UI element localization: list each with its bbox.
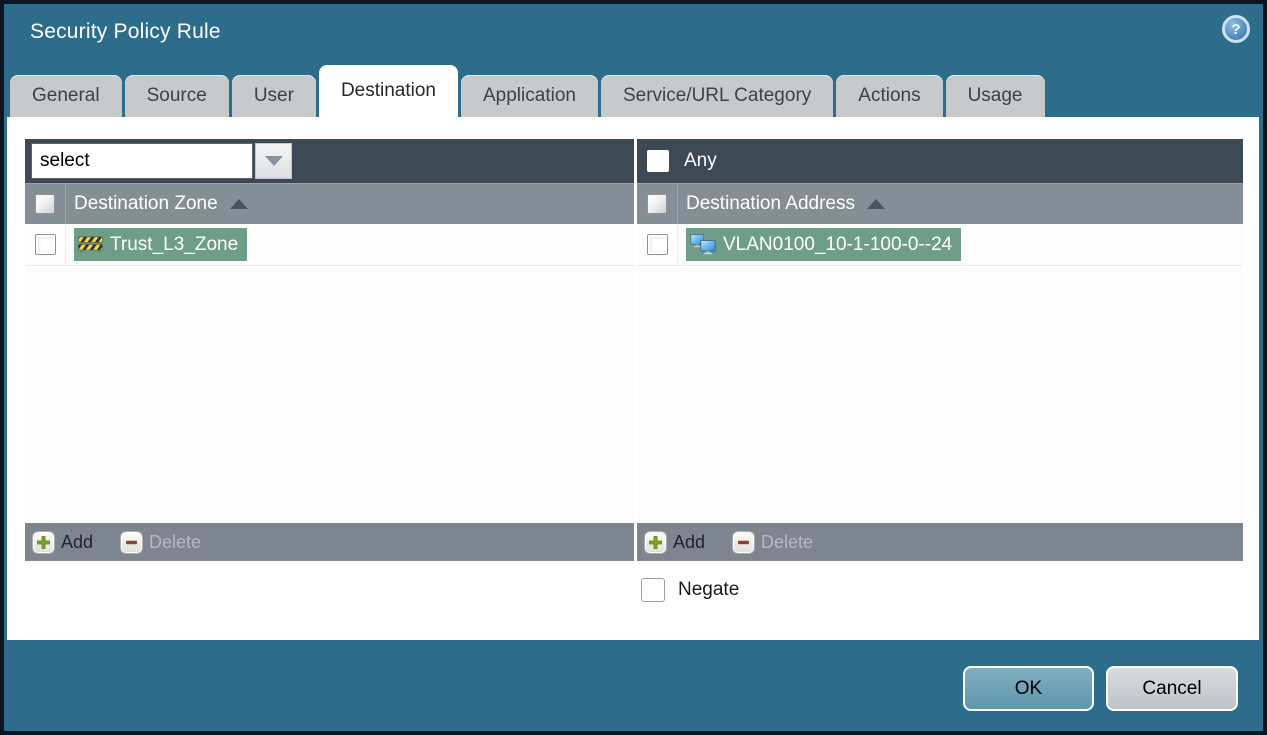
zone-select-dropdown-button[interactable] (255, 143, 292, 179)
tab-destination[interactable]: Destination (318, 65, 458, 117)
negate-label: Negate (678, 579, 740, 600)
zone-table-body: Trust_L3_Zone (25, 224, 634, 523)
network-computers-icon (690, 234, 716, 255)
zone-select-combo: select (31, 143, 292, 179)
zone-row-checkbox-cell (25, 224, 66, 265)
zone-row-label: Trust_L3_Zone (110, 233, 239, 255)
add-plus-icon (33, 531, 54, 553)
tab-user[interactable]: User (231, 75, 316, 117)
chevron-down-icon (264, 156, 283, 166)
zone-select-input[interactable]: select (31, 143, 253, 179)
security-policy-rule-dialog: Security Policy Rule ? General Source Us… (4, 4, 1263, 731)
cancel-button[interactable]: Cancel (1106, 666, 1238, 711)
address-select-all-checkbox[interactable] (647, 194, 667, 214)
destination-address-panel: Any Destination Address VLAN0100_10-1-10… (637, 139, 1243, 561)
negate-option: Negate (641, 578, 739, 602)
address-delete-button[interactable]: Delete (733, 531, 814, 553)
destination-zone-panel: select Destination Zone Trust_L3_Zone Ad… (25, 139, 634, 561)
zone-header-checkbox-cell (25, 184, 66, 224)
zone-panel-toolbar: select (25, 139, 634, 183)
zone-column-header-row: Destination Zone (25, 183, 634, 224)
tab-service-url-category[interactable]: Service/URL Category (600, 75, 834, 117)
zone-select-all-checkbox[interactable] (35, 194, 55, 214)
tab-general[interactable]: General (10, 75, 122, 117)
zone-delete-button[interactable]: Delete (121, 531, 202, 553)
sort-ascending-icon[interactable] (229, 199, 248, 209)
negate-checkbox[interactable] (641, 578, 665, 602)
zone-barrier-icon (78, 236, 103, 253)
address-row-checkbox[interactable] (646, 234, 668, 255)
table-row[interactable]: VLAN0100_10-1-100-0--24 (637, 224, 1243, 266)
tab-usage[interactable]: Usage (945, 75, 1045, 117)
any-label: Any (684, 150, 717, 171)
dialog-title: Security Policy Rule (30, 20, 221, 43)
tab-source[interactable]: Source (124, 75, 229, 117)
sort-ascending-icon[interactable] (867, 199, 885, 209)
delete-minus-icon (121, 531, 143, 553)
zone-column-header[interactable]: Destination Zone (74, 193, 218, 215)
address-panel-footer: Add Delete (637, 523, 1243, 561)
address-panel-toolbar: Any (637, 139, 1243, 183)
address-add-label: Add (673, 531, 706, 552)
delete-minus-icon (733, 531, 755, 553)
address-column-header[interactable]: Destination Address (686, 193, 855, 215)
zone-row-checkbox[interactable] (34, 234, 56, 255)
address-chip[interactable]: VLAN0100_10-1-100-0--24 (686, 228, 962, 261)
address-row-label: VLAN0100_10-1-100-0--24 (723, 233, 953, 255)
zone-delete-label: Delete (149, 531, 202, 552)
address-delete-label: Delete (761, 531, 814, 552)
address-header-checkbox-cell (637, 184, 678, 224)
any-checkbox[interactable] (647, 150, 669, 172)
address-column-header-row: Destination Address (637, 183, 1243, 224)
zone-panel-footer: Add Delete (25, 523, 634, 561)
tab-actions[interactable]: Actions (836, 75, 943, 117)
tab-content-destination: select Destination Zone Trust_L3_Zone Ad… (7, 117, 1259, 640)
help-icon[interactable]: ? (1222, 15, 1250, 43)
address-row-checkbox-cell (637, 224, 678, 265)
table-row[interactable]: Trust_L3_Zone (25, 224, 634, 266)
zone-chip[interactable]: Trust_L3_Zone (74, 228, 248, 261)
tab-application[interactable]: Application (461, 75, 598, 117)
zone-add-button[interactable]: Add (33, 531, 94, 553)
tab-bar: General Source User Destination Applicat… (10, 65, 1045, 117)
zone-add-label: Add (61, 531, 94, 552)
address-table-body: VLAN0100_10-1-100-0--24 (637, 224, 1243, 523)
address-add-button[interactable]: Add (645, 531, 706, 553)
ok-button[interactable]: OK (963, 666, 1094, 711)
add-plus-icon (645, 531, 666, 553)
